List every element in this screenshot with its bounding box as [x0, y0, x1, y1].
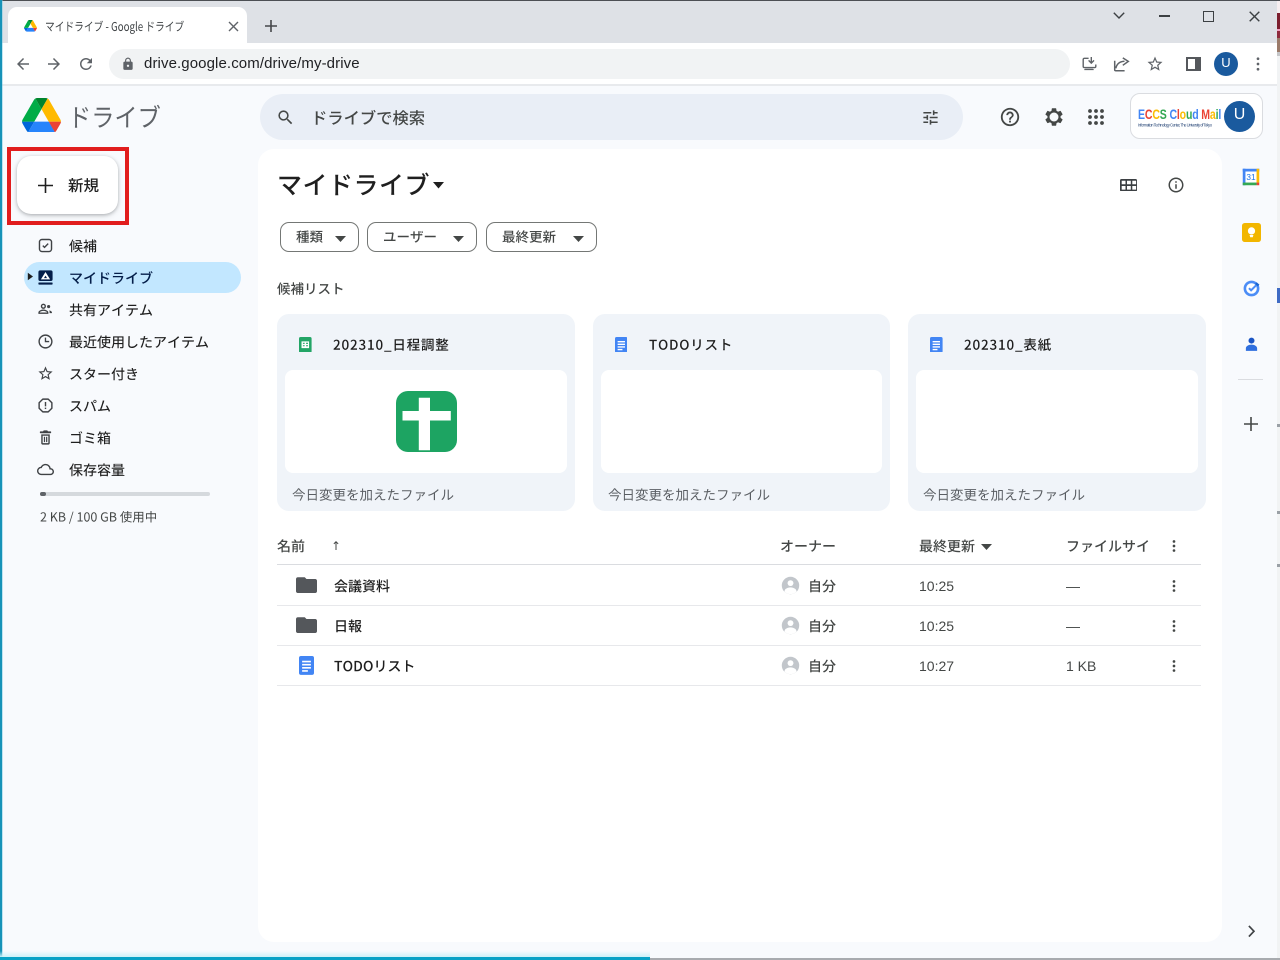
svg-text:Information Technology Center,: Information Technology Center, The Unive…	[1138, 123, 1213, 128]
svg-text:31: 31	[1246, 173, 1256, 182]
